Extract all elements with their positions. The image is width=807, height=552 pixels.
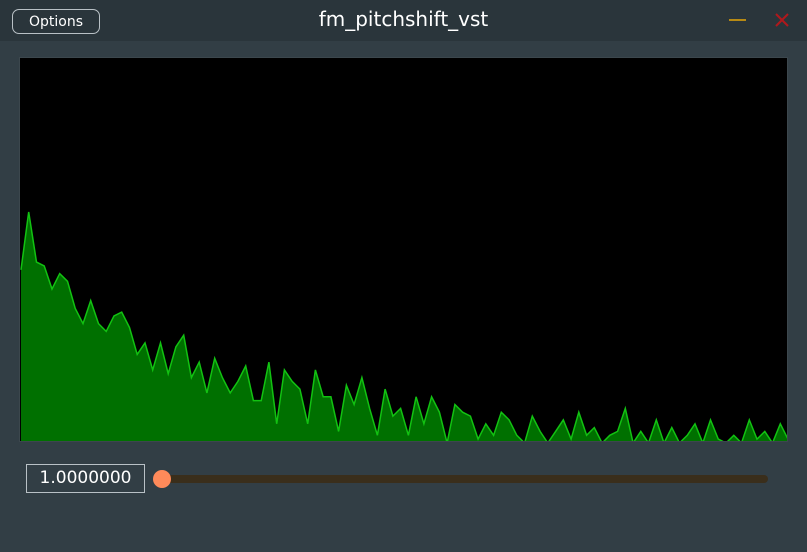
pitch-slider[interactable]	[153, 466, 775, 492]
close-icon-glyph	[775, 13, 789, 27]
spectrum-area	[21, 212, 787, 441]
close-icon[interactable]	[771, 9, 793, 31]
options-button[interactable]: Options	[12, 9, 100, 34]
minimize-icon[interactable]	[727, 10, 749, 30]
pitch-value-field[interactable]: 1.0000000	[26, 464, 145, 493]
minimize-bar	[729, 19, 746, 21]
window-title: fm_pitchshift_vst	[318, 7, 489, 31]
title-bar: Options fm_pitchshift_vst	[0, 0, 807, 41]
slider-thumb[interactable]	[153, 470, 171, 488]
slider-track[interactable]	[162, 475, 768, 483]
spectrum-graph	[20, 211, 787, 441]
spectrum-display	[19, 57, 788, 442]
